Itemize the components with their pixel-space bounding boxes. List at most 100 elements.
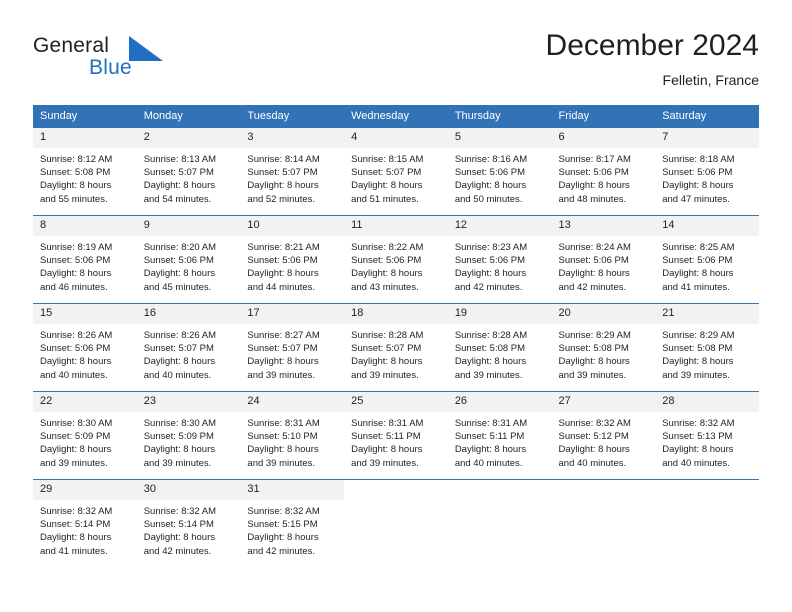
sunset-time: Sunset: 5:11 PM [454,431,525,443]
sunrise-time: Sunrise: 8:32 AM [662,418,735,429]
page-title: December 2024 [545,29,759,62]
daylight-duration-line1: Daylight: 8 hours [247,180,319,192]
daylight-duration-line2: and 42 minutes. [454,281,523,293]
daylight-duration-line1: Daylight: 8 hours [454,356,527,368]
calendar-day-cell[interactable]: 8 Sunrise: 8:19 AM Sunset: 5:06 PM Daylight… [33,215,137,304]
day-number: 31 [240,480,345,500]
sunrise-time: Sunrise: 8:32 AM [558,418,631,429]
calendar-day-cell[interactable]: 22 Sunrise: 8:30 AM Sunset: 5:09 PM Dayligh… [33,391,137,480]
daylight-duration-line1: Daylight: 8 hours [558,444,630,456]
day-details: Sunrise: 8:32 AM Sunset: 5:14 PM Daylight:… [33,500,137,558]
calendar-day-cell[interactable]: 2 Sunrise: 8:13 AM Sunset: 5:07 PM Daylight… [136,127,241,216]
daylight-duration-line2: and 39 minutes. [351,457,419,469]
sunset-time: Sunset: 5:06 PM [662,255,733,267]
sunset-time: Sunset: 5:08 PM [662,343,733,355]
day-details: Sunrise: 8:32 AM Sunset: 5:15 PM Daylight:… [240,500,344,558]
day-number: 25 [344,392,448,412]
calendar-day-cell[interactable]: 4 Sunrise: 8:15 AM Sunset: 5:07 PM Daylight… [344,127,448,216]
daylight-duration-line2: and 47 minutes. [662,193,730,205]
sunrise-time: Sunrise: 8:21 AM [247,242,320,253]
calendar-day-cell[interactable]: 27 Sunrise: 8:32 AM Sunset: 5:12 PM Dayligh… [551,391,656,480]
daylight-duration-line2: and 42 minutes. [143,545,212,557]
daylight-duration-line1: Daylight: 8 hours [247,444,319,456]
calendar-day-cell[interactable]: 17 Sunrise: 8:27 AM Sunset: 5:07 PM Dayligh… [240,303,345,392]
sunrise-time: Sunrise: 8:31 AM [247,418,320,429]
sunrise-time: Sunrise: 8:13 AM [143,154,217,165]
day-number: 18 [344,304,448,324]
day-number: 14 [655,216,759,236]
sunset-time: Sunset: 5:07 PM [143,343,214,355]
calendar-day-cell[interactable]: 10 Sunrise: 8:21 AM Sunset: 5:06 PM Dayligh… [240,215,345,304]
calendar-day-cell[interactable]: 14 Sunrise: 8:25 AM Sunset: 5:06 PM Dayligh… [655,215,759,304]
calendar-day-cell[interactable]: 24 Sunrise: 8:31 AM Sunset: 5:10 PM Dayligh… [240,391,345,480]
daylight-duration-line2: and 40 minutes. [40,369,108,381]
triangle-logo-icon [129,36,163,61]
calendar-day-cell[interactable]: 19 Sunrise: 8:28 AM Sunset: 5:08 PM Dayligh… [447,303,552,392]
calendar-day-cell[interactable]: 3 Sunrise: 8:14 AM Sunset: 5:07 PM Daylight… [240,127,345,216]
weekday-header-wednesday: Wednesday [344,105,448,128]
day-number [344,480,448,500]
calendar-table: Sunday Monday Tuesday Wednesday Thursday… [33,105,759,564]
daylight-duration-line1: Daylight: 8 hours [454,444,527,456]
sunset-time: Sunset: 5:06 PM [143,255,214,267]
sunrise-time: Sunrise: 8:29 AM [558,330,631,341]
calendar-day-cell[interactable]: 30 Sunrise: 8:32 AM Sunset: 5:14 PM Dayligh… [136,479,241,564]
brand-logo[interactable]: General Blue [33,34,253,92]
day-details: Sunrise: 8:26 AM Sunset: 5:07 PM Daylight:… [137,324,241,382]
calendar-day-cell[interactable]: 29 Sunrise: 8:32 AM Sunset: 5:14 PM Dayligh… [33,479,137,564]
calendar-day-cell[interactable]: 28 Sunrise: 8:32 AM Sunset: 5:13 PM Dayligh… [655,391,759,480]
calendar-day-cell[interactable]: 16 Sunrise: 8:26 AM Sunset: 5:07 PM Dayligh… [136,303,241,392]
day-details: Sunrise: 8:13 AM Sunset: 5:07 PM Daylight:… [137,148,241,206]
calendar-day-cell[interactable]: 26 Sunrise: 8:31 AM Sunset: 5:11 PM Dayligh… [447,391,552,480]
daylight-duration-line1: Daylight: 8 hours [247,532,319,544]
daylight-duration-line2: and 51 minutes. [351,193,419,205]
calendar-day-cell-empty [551,479,656,564]
day-number: 16 [136,304,241,324]
calendar-day-cell[interactable]: 12 Sunrise: 8:23 AM Sunset: 5:06 PM Dayligh… [447,215,552,304]
calendar-week-row: 1 Sunrise: 8:12 AM Sunset: 5:08 PM Daylight… [33,127,759,216]
day-details: Sunrise: 8:18 AM Sunset: 5:06 PM Daylight:… [655,148,759,206]
daylight-duration-line1: Daylight: 8 hours [143,444,215,456]
calendar-day-cell[interactable]: 7 Sunrise: 8:18 AM Sunset: 5:06 PM Daylight… [655,127,759,216]
calendar-header-row: Sunday Monday Tuesday Wednesday Thursday… [33,105,759,128]
sunrise-time: Sunrise: 8:28 AM [454,330,528,341]
calendar-day-cell[interactable]: 21 Sunrise: 8:29 AM Sunset: 5:08 PM Dayligh… [655,303,759,392]
day-details: Sunrise: 8:19 AM Sunset: 5:06 PM Daylight:… [33,236,137,294]
day-number: 26 [447,392,552,412]
day-number: 22 [33,392,137,412]
calendar-week-row: 8 Sunrise: 8:19 AM Sunset: 5:06 PM Daylight… [33,215,759,304]
day-details: Sunrise: 8:29 AM Sunset: 5:08 PM Daylight:… [655,324,759,382]
day-details: Sunrise: 8:15 AM Sunset: 5:07 PM Daylight:… [344,148,448,206]
day-number: 29 [33,480,137,500]
calendar-day-cell[interactable]: 20 Sunrise: 8:29 AM Sunset: 5:08 PM Dayligh… [551,303,656,392]
sunrise-time: Sunrise: 8:26 AM [143,330,217,341]
day-details: Sunrise: 8:20 AM Sunset: 5:06 PM Daylight:… [137,236,241,294]
calendar-day-cell[interactable]: 18 Sunrise: 8:28 AM Sunset: 5:07 PM Dayligh… [344,303,448,392]
calendar-day-cell[interactable]: 9 Sunrise: 8:20 AM Sunset: 5:06 PM Daylight… [136,215,241,304]
calendar-day-cell[interactable]: 23 Sunrise: 8:30 AM Sunset: 5:09 PM Dayligh… [136,391,241,480]
calendar-day-cell[interactable]: 6 Sunrise: 8:17 AM Sunset: 5:06 PM Daylight… [551,127,656,216]
sunrise-time: Sunrise: 8:30 AM [40,418,113,429]
sunset-time: Sunset: 5:06 PM [40,343,111,355]
day-details: Sunrise: 8:31 AM Sunset: 5:11 PM Daylight:… [344,412,448,470]
brand-name-general: General [33,34,110,57]
sunset-time: Sunset: 5:15 PM [247,519,318,531]
daylight-duration-line2: and 43 minutes. [351,281,419,293]
calendar-day-cell[interactable]: 1 Sunrise: 8:12 AM Sunset: 5:08 PM Daylight… [33,127,137,216]
day-details: Sunrise: 8:31 AM Sunset: 5:11 PM Daylight:… [448,412,552,470]
day-number [551,480,656,500]
day-details: Sunrise: 8:32 AM Sunset: 5:13 PM Daylight:… [655,412,759,470]
sunrise-time: Sunrise: 8:26 AM [40,330,113,341]
calendar-day-cell[interactable]: 13 Sunrise: 8:24 AM Sunset: 5:06 PM Dayligh… [551,215,656,304]
sunrise-time: Sunrise: 8:22 AM [351,242,424,253]
sunrise-time: Sunrise: 8:23 AM [454,242,528,253]
calendar-day-cell[interactable]: 5 Sunrise: 8:16 AM Sunset: 5:06 PM Daylight… [447,127,552,216]
daylight-duration-line2: and 39 minutes. [351,369,419,381]
calendar-day-cell[interactable]: 11 Sunrise: 8:22 AM Sunset: 5:06 PM Dayligh… [344,215,448,304]
calendar-day-cell[interactable]: 25 Sunrise: 8:31 AM Sunset: 5:11 PM Dayligh… [344,391,448,480]
sunset-time: Sunset: 5:12 PM [558,431,629,443]
calendar-day-cell[interactable]: 15 Sunrise: 8:26 AM Sunset: 5:06 PM Dayligh… [33,303,137,392]
daylight-duration-line2: and 40 minutes. [662,457,730,469]
calendar-day-cell[interactable]: 31 Sunrise: 8:32 AM Sunset: 5:15 PM Dayligh… [240,479,345,564]
calendar-body: 1 Sunrise: 8:12 AM Sunset: 5:08 PM Daylight… [33,127,759,564]
